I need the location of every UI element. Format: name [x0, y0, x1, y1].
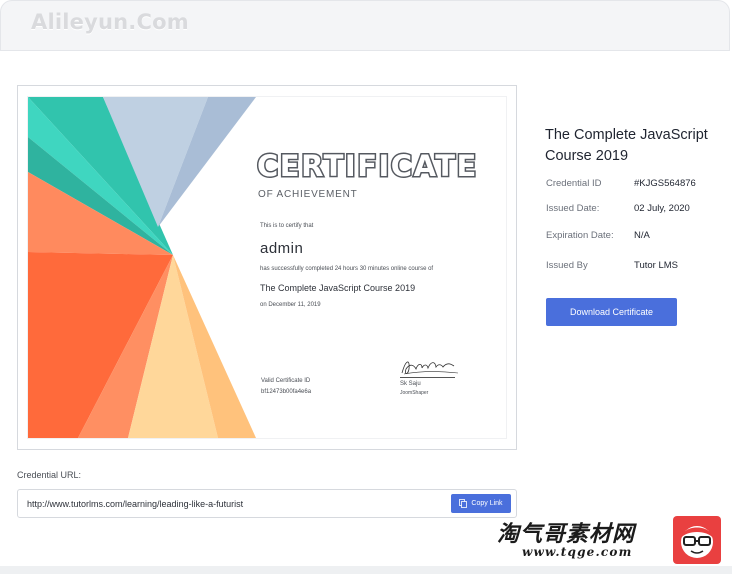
certificate-preview: CERTIFICATE OF ACHIEVEMENT This is to ce… [28, 97, 506, 438]
issued-by-value: Tutor LMS [634, 260, 678, 271]
credential-url-field[interactable]: http://www.tutorlms.com/learning/leading… [17, 489, 517, 518]
issued-by-label: Issued By [546, 260, 588, 271]
expiration-date-label: Expiration Date: [546, 230, 614, 241]
certificate-title: CERTIFICATE [256, 148, 478, 185]
signer-name: Sk Saju [400, 381, 421, 387]
site-logo[interactable]: Alileyun.Com [31, 10, 189, 34]
certificate-course-name: The Complete JavaScript Course 2019 [260, 283, 416, 293]
certificate-subtitle: OF ACHIEVEMENT [258, 189, 358, 200]
valid-id-value: bf12473b00fa4e6a [261, 389, 312, 395]
download-button-label: Download Certificate [569, 307, 654, 317]
completion-text: has successfully completed 24 hours 30 m… [260, 266, 434, 272]
issued-date-label: Issued Date: [546, 203, 600, 214]
signature-line [400, 377, 455, 378]
watermark-mascot-icon [673, 516, 721, 564]
issued-date-value: 02 July, 2020 [634, 203, 690, 214]
recipient-name: admin [260, 240, 304, 257]
watermark-url: www.tqge.com [522, 545, 633, 559]
copy-link-button[interactable]: Copy Link [451, 494, 511, 513]
download-certificate-button[interactable]: Download Certificate [546, 298, 677, 326]
bottom-bar [0, 566, 732, 574]
credential-url-value[interactable]: http://www.tutorlms.com/learning/leading… [27, 499, 243, 509]
top-bar: Alileyun.Com [0, 0, 730, 51]
valid-id-label: Valid Certificate ID [261, 378, 311, 384]
copy-icon [459, 499, 468, 508]
certify-text: This is to certify that [260, 223, 314, 229]
completion-date: on December 11, 2019 [260, 302, 321, 308]
copy-link-label: Copy Link [471, 500, 503, 507]
watermark-text: 淘气哥素材网 [497, 522, 636, 547]
expiration-date-value: N/A [634, 230, 650, 241]
signer-org: JoomShaper [400, 390, 429, 396]
credential-id-label: Credential ID [546, 178, 602, 189]
credential-id-value: #KJGS564876 [634, 178, 696, 189]
course-title: The Complete JavaScript Course 2019 [545, 127, 708, 164]
certificate-card: CERTIFICATE OF ACHIEVEMENT This is to ce… [17, 85, 517, 450]
signature [401, 361, 459, 375]
certificate-artwork [28, 97, 256, 438]
credential-url-label: Credential URL: [17, 470, 82, 480]
